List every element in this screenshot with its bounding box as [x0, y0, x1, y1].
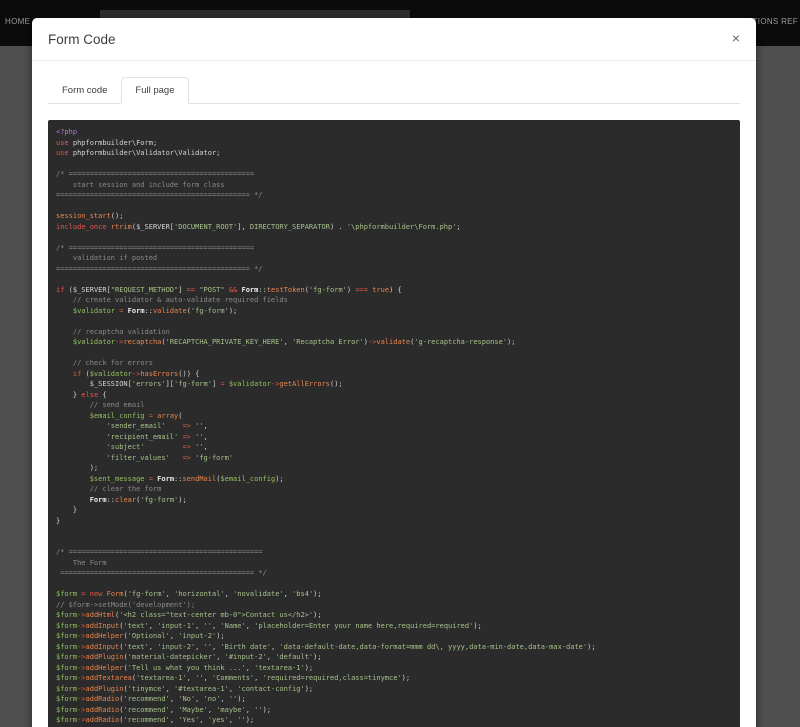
code-line: session_start(); [56, 211, 732, 222]
code-line: $validator->recaptcha('RECAPTCHA_PRIVATE… [56, 337, 732, 348]
code-line: // send email [56, 400, 732, 411]
code-line: 'sender_email' => '', [56, 421, 732, 432]
tab-form-code[interactable]: Form code [48, 77, 121, 104]
modal-title: Form Code [48, 32, 116, 47]
code-line: include_once rtrim($_SERVER['DOCUMENT_RO… [56, 222, 732, 233]
code-line [56, 316, 732, 327]
code-line: 'subject' => '', [56, 442, 732, 453]
code-line: ========================================… [56, 190, 732, 201]
code-line: $sent_message = Form::sendMail($email_co… [56, 474, 732, 485]
code-line [56, 159, 732, 170]
code-block[interactable]: <?phpuse phpformbuilder\Form;use phpform… [48, 120, 740, 727]
code-line: // $form->setMode('development'); [56, 600, 732, 611]
form-code-modal: Form Code × Form codeFull page <?phpuse … [32, 18, 756, 727]
tab-bar: Form codeFull page [48, 77, 740, 104]
code-line: // create validator & auto-validate requ… [56, 295, 732, 306]
code-line: $form->addPlugin('material-datepicker', … [56, 652, 732, 663]
code-line: if ($_SERVER["REQUEST_METHOD"] == "POST"… [56, 285, 732, 296]
modal-body: Form codeFull page <?phpuse phpformbuild… [32, 61, 756, 727]
code-line: /* =====================================… [56, 169, 732, 180]
navbar-dimmed-element [100, 10, 410, 18]
code-line: $form->addHelper('Tell us what you think… [56, 663, 732, 674]
code-line: ========================================… [56, 568, 732, 579]
code-line: $form = new Form('fg-form', 'horizontal'… [56, 589, 732, 600]
code-line: $validator = Form::validate('fg-form'); [56, 306, 732, 317]
code-line: 'filter_values' => 'fg-form' [56, 453, 732, 464]
code-line: $form->addPlugin('tinymce', '#textarea-1… [56, 684, 732, 695]
code-line: $form->addHelper('Optional', 'input-2'); [56, 631, 732, 642]
code-line: $_SESSION['errors']['fg-form'] = $valida… [56, 379, 732, 390]
code-line: ); [56, 463, 732, 474]
code-line: /* =====================================… [56, 243, 732, 254]
code-line: Form::clear('fg-form'); [56, 495, 732, 506]
close-icon[interactable]: × [732, 32, 740, 44]
code-line [56, 274, 732, 285]
code-line: $form->addTextarea('textarea-1', '', 'Co… [56, 673, 732, 684]
code-line [56, 537, 732, 548]
tab-full-page[interactable]: Full page [121, 77, 188, 104]
code-line: } [56, 516, 732, 527]
code-line: $form->addRadio('recommend', 'Yes', 'yes… [56, 715, 732, 726]
code-line: } [56, 505, 732, 516]
code-line [56, 201, 732, 212]
code-line: $form->addHtml('<h2 class="text-center m… [56, 610, 732, 621]
code-line: // recaptcha validation [56, 327, 732, 338]
code-line: // check for errors [56, 358, 732, 369]
code-line: // clear the form [56, 484, 732, 495]
code-line: if ($validator->hasErrors()) { [56, 369, 732, 380]
code-line: use phpformbuilder\Validator\Validator; [56, 148, 732, 159]
code-line: $form->addRadio('recommend', 'Maybe', 'm… [56, 705, 732, 716]
code-line [56, 348, 732, 359]
code-line: validation if posted [56, 253, 732, 264]
code-line [56, 526, 732, 537]
code-line: <?php [56, 127, 732, 138]
code-line: 'recipient_email' => '', [56, 432, 732, 443]
modal-header: Form Code × [32, 18, 756, 61]
code-line [56, 232, 732, 243]
code-line: $email_config = array( [56, 411, 732, 422]
code-line: $form->addInput('text', 'input-1', '', '… [56, 621, 732, 632]
code-line: ========================================… [56, 264, 732, 275]
code-line: The Form [56, 558, 732, 569]
code-line: use phpformbuilder\Form; [56, 138, 732, 149]
code-line: $form->addRadio('recommend', 'No', 'no',… [56, 694, 732, 705]
code-line: start session and include form class [56, 180, 732, 191]
code-line: $form->addInput('text', 'input-2', '', '… [56, 642, 732, 653]
code-line: /* =====================================… [56, 547, 732, 558]
code-line [56, 579, 732, 590]
code-line: } else { [56, 390, 732, 401]
nav-item-home[interactable]: HOME [5, 17, 30, 26]
